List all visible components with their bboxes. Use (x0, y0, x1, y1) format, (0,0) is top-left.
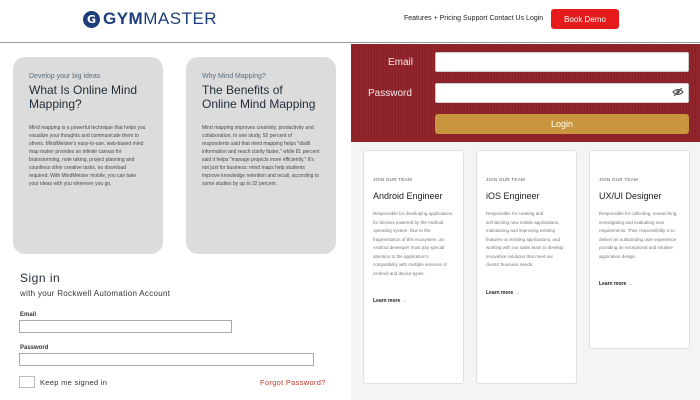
top-header: G GYMMASTER Features + Pricing Support C… (0, 0, 700, 43)
mind-map-card-what: Develop your big ideas What Is Online Mi… (13, 57, 163, 254)
gymmaster-logo[interactable]: G GYMMASTER (83, 9, 217, 29)
login-password-label: Password (368, 88, 412, 99)
job-card-ios: JOIN OUR TEAM iOS Engineer Responsible f… (476, 150, 577, 384)
gymmaster-logo-icon: G (83, 10, 100, 28)
learn-more-link[interactable]: Learn more → (373, 298, 454, 304)
signin-email-input[interactable] (19, 320, 232, 333)
arrow-right-icon: → (627, 281, 633, 287)
nav-contact[interactable]: Contact Us (489, 15, 524, 22)
main-nav: Features + Pricing Support Contact Us Lo… (404, 15, 543, 22)
card-title: What Is Online Mind Mapping? (29, 83, 138, 111)
nav-plus-icon: + (433, 15, 438, 22)
job-title: UX/UI Designer (599, 191, 662, 201)
signin-password-input[interactable] (19, 353, 314, 366)
learn-more-link[interactable]: Learn more → (599, 281, 680, 287)
job-title: Android Engineer (373, 191, 443, 201)
learn-more-link[interactable]: Learn more → (486, 290, 567, 296)
job-kicker: JOIN OUR TEAM (599, 177, 639, 182)
signin-subtitle: with your Rockwell Automation Account (20, 289, 171, 298)
card-kicker: Develop your big ideas (29, 73, 101, 80)
keep-signed-in-checkbox[interactable] (19, 376, 35, 388)
book-demo-button[interactable]: Book Demo (551, 9, 619, 29)
forgot-password-link[interactable]: Forgot Password? (260, 378, 326, 387)
eye-slash-icon[interactable] (672, 87, 684, 97)
nav-features[interactable]: Features (404, 15, 432, 22)
arrow-right-icon: → (514, 289, 520, 296)
job-card-ux-ui: JOIN OUR TEAM UX/UI Designer Responsible… (589, 150, 690, 349)
job-description: Responsible for collecting, researching,… (599, 211, 678, 259)
login-password-input[interactable] (435, 83, 689, 103)
nav-support[interactable]: Support (463, 15, 488, 22)
signin-password-label: Password (20, 345, 49, 351)
job-title: iOS Engineer (486, 191, 540, 201)
card-body: Mind mapping is a powerful technique tha… (29, 125, 146, 187)
job-kicker: JOIN OUR TEAM (486, 177, 526, 182)
signin-email-label: Email (20, 312, 37, 318)
logo-text: GYMMASTER (103, 9, 218, 28)
job-card-android: JOIN OUR TEAM Android Engineer Responsib… (363, 150, 464, 384)
mind-map-card-benefits: Why Mind Mapping? The Benefits of Online… (186, 57, 336, 254)
keep-signed-in-label: Keep me signed in (40, 378, 108, 387)
signin-title: Sign in (20, 271, 61, 285)
login-email-label: Email (388, 57, 414, 68)
job-kicker: JOIN OUR TEAM (373, 177, 413, 182)
arrow-right-icon: → (401, 298, 407, 304)
login-button[interactable]: Login (435, 114, 689, 134)
card-kicker: Why Mind Mapping? (202, 73, 266, 80)
login-email-input[interactable] (435, 52, 689, 72)
card-title: The Benefits of Online Mind Mapping (202, 83, 316, 111)
nav-pricing[interactable]: Pricing (440, 15, 461, 22)
job-description: Responsible for creating and architectin… (486, 211, 564, 267)
nav-login[interactable]: Login (526, 15, 543, 22)
job-description: Responsible for developing applications … (373, 211, 453, 276)
card-body: Mind mapping improves creativity, produc… (202, 125, 320, 187)
